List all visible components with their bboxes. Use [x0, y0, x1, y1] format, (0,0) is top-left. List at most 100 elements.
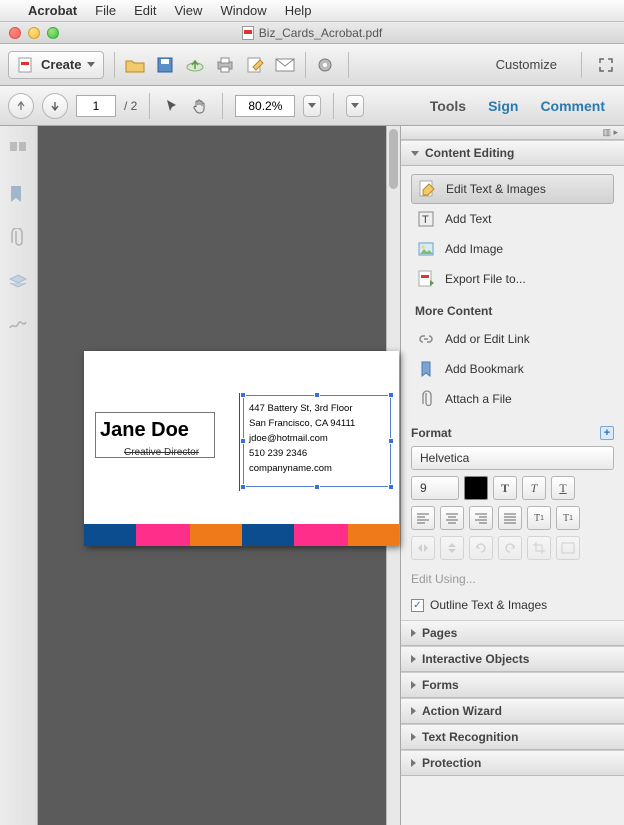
align-center-button[interactable] [440, 506, 464, 530]
add-text-label: Add Text [445, 212, 491, 226]
link-icon [417, 330, 435, 348]
page-total: / 2 [124, 99, 137, 113]
comment-tab[interactable]: Comment [529, 86, 616, 126]
add-bookmark-tool[interactable]: Add Bookmark [411, 354, 614, 384]
align-right-button[interactable] [469, 506, 493, 530]
justify-button[interactable] [498, 506, 522, 530]
cloud-icon[interactable] [185, 55, 205, 75]
export-icon [417, 270, 435, 288]
italic-button[interactable]: T [522, 476, 546, 500]
separator [114, 52, 115, 78]
sign-doc-icon[interactable] [245, 55, 265, 75]
scroll-thumb[interactable] [389, 129, 398, 189]
attach-file-tool[interactable]: Attach a File [411, 384, 614, 414]
menu-help[interactable]: Help [285, 3, 312, 18]
stripe-segment [242, 524, 294, 546]
window-title: Biz_Cards_Acrobat.pdf [0, 26, 624, 40]
outline-checkbox[interactable]: ✓ Outline Text & Images [411, 598, 614, 612]
stripe-segment [294, 524, 348, 546]
signatures-icon[interactable] [8, 316, 30, 338]
window-titlebar: Biz_Cards_Acrobat.pdf [0, 22, 624, 44]
crop-button[interactable] [527, 536, 551, 560]
separator [581, 52, 582, 78]
content-editing-header[interactable]: Content Editing [401, 140, 624, 166]
add-link-tool[interactable]: Add or Edit Link [411, 324, 614, 354]
thumbnails-icon[interactable] [8, 140, 30, 162]
edit-using-dropdown[interactable]: Edit Using... [411, 572, 614, 586]
app-name[interactable]: Acrobat [28, 3, 77, 18]
rotate-ccw-button[interactable] [469, 536, 493, 560]
format-label: Format [411, 426, 452, 440]
select-tool-icon[interactable] [162, 96, 182, 116]
action-wizard-header[interactable]: Action Wizard [401, 698, 624, 724]
flip-h-button[interactable] [411, 536, 435, 560]
customize-label: Customize [496, 57, 557, 72]
fullscreen-icon[interactable] [596, 55, 616, 75]
zoom-input[interactable] [235, 95, 295, 117]
font-dropdown[interactable]: Helvetica [411, 446, 614, 470]
text-recognition-header[interactable]: Text Recognition [401, 724, 624, 750]
bookmarks-icon[interactable] [8, 184, 30, 206]
add-image-tool[interactable]: Add Image [411, 234, 614, 264]
panel-controls[interactable]: ▥ ▸ [401, 126, 624, 140]
sign-tab[interactable]: Sign [477, 86, 529, 126]
stripe-segment [84, 524, 136, 546]
interactive-objects-header[interactable]: Interactive Objects [401, 646, 624, 672]
menu-view[interactable]: View [174, 3, 202, 18]
window-title-text: Biz_Cards_Acrobat.pdf [259, 26, 382, 40]
hand-tool-icon[interactable] [190, 96, 210, 116]
stripe-segment [136, 524, 190, 546]
navigation-pane [0, 126, 38, 825]
forms-header[interactable]: Forms [401, 672, 624, 698]
document-canvas[interactable]: Jane Doe Creative Director 447 Battery S… [38, 126, 400, 825]
content-editing-body: Edit Text & Images T Add Text Add Image … [401, 166, 624, 620]
customize-menu[interactable]: Customize [496, 57, 563, 72]
attachments-icon[interactable] [8, 228, 30, 250]
card-role[interactable]: Creative Director [124, 447, 199, 458]
edit-using-label: Edit Using... [411, 572, 476, 586]
page-number-input[interactable] [76, 95, 116, 117]
tools-tab[interactable]: Tools [419, 86, 477, 126]
create-button[interactable]: Create [8, 51, 104, 79]
menu-edit[interactable]: Edit [134, 3, 156, 18]
text-color-swatch[interactable] [464, 476, 488, 500]
flip-v-button[interactable] [440, 536, 464, 560]
print-icon[interactable] [215, 55, 235, 75]
bold-button[interactable]: T [493, 476, 517, 500]
add-bookmark-label: Add Bookmark [445, 362, 524, 376]
open-icon[interactable] [125, 55, 145, 75]
underline-button[interactable]: T [551, 476, 575, 500]
card-address[interactable]: 447 Battery St, 3rd Floor San Francisco,… [249, 401, 355, 476]
protection-header[interactable]: Protection [401, 750, 624, 776]
pdf-page[interactable]: Jane Doe Creative Director 447 Battery S… [84, 351, 399, 546]
superscript-button[interactable]: T1 [527, 506, 551, 530]
side-panel-tabs: Tools Sign Comment [419, 86, 616, 126]
email-icon[interactable] [275, 55, 295, 75]
separator [348, 52, 349, 78]
expand-format-button[interactable]: + [600, 426, 614, 440]
menu-window[interactable]: Window [220, 3, 266, 18]
separator [222, 93, 223, 119]
prev-page-button[interactable] [8, 93, 34, 119]
card-name[interactable]: Jane Doe [100, 419, 189, 442]
replace-image-button[interactable] [556, 536, 580, 560]
add-text-tool[interactable]: T Add Text [411, 204, 614, 234]
view-dropdown[interactable] [346, 95, 364, 117]
subscript-button[interactable]: T1 [556, 506, 580, 530]
bookmark-icon [417, 360, 435, 378]
menu-file[interactable]: File [95, 3, 116, 18]
add-image-label: Add Image [445, 242, 503, 256]
font-size-dropdown[interactable]: 9 [411, 476, 459, 500]
pages-header[interactable]: Pages [401, 620, 624, 646]
gear-icon[interactable] [316, 55, 338, 75]
save-icon[interactable] [155, 55, 175, 75]
edit-text-images-tool[interactable]: Edit Text & Images [411, 174, 614, 204]
align-left-button[interactable] [411, 506, 435, 530]
next-page-button[interactable] [42, 93, 68, 119]
zoom-dropdown[interactable] [303, 95, 321, 117]
rotate-cw-button[interactable] [498, 536, 522, 560]
document-body: Jane Doe Creative Director 447 Battery S… [0, 126, 624, 825]
layers-icon[interactable] [8, 272, 30, 294]
export-tool[interactable]: Export File to... [411, 264, 614, 294]
edit-text-icon [418, 180, 436, 198]
